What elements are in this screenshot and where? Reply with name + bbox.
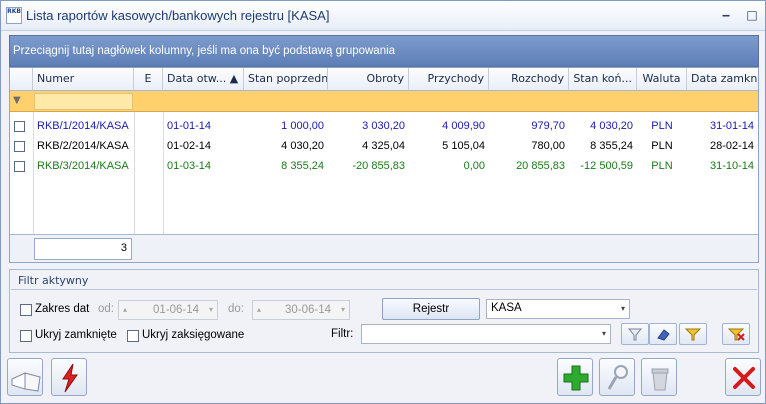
plus-icon [563,365,589,391]
cell-stan-poprzedni: 4 030,20 [281,140,324,152]
group-by-panel[interactable]: Przeciągnij tutaj nagłówek kolumny, jeśl… [9,35,759,67]
cell-przychody: 0,00 [463,160,485,172]
cell-przychody: 5 105,04 [442,140,485,152]
cell-data-zamkniecia: 31-10-14 [709,160,754,172]
filtr-input[interactable]: ▾ [361,324,611,344]
grid-summary-row: 3 [10,234,758,262]
cell-data-otwarcia: 01-01-14 [167,120,212,132]
help-book-button[interactable] [7,358,43,396]
funnel-clear-icon [727,328,745,341]
funnel-yellow-icon [684,328,702,341]
app-icon: RKB [6,7,22,24]
table-row[interactable]: RKB/3/2014/KASA 01-03-14 8 355,24 -20 85… [10,156,758,176]
cell-stan-poprzedni: 1 000,00 [281,120,324,132]
ukryj-zamkniete-checkbox[interactable] [20,330,32,342]
cell-rozchody: 979,70 [531,120,565,132]
cell-obroty: 4 325,04 [362,140,405,152]
preview-button[interactable] [599,358,635,396]
cell-stan-koncowy: 4 030,20 [590,120,633,132]
cell-przychody: 4 009,90 [442,120,485,132]
header-e[interactable]: E [134,68,163,91]
header-numer[interactable]: Numer [33,68,134,91]
minimize-button[interactable]: ‒ [717,7,735,23]
header-rozchody[interactable]: Rozchody [489,68,569,91]
filter-funnel-button[interactable] [621,323,649,345]
cell-data-otwarcia: 01-03-14 [167,160,212,172]
ukryj-zaksiegowane-checkbox[interactable] [127,330,139,342]
add-button[interactable] [557,358,593,396]
cell-numer: RKB/3/2014/KASA [37,160,129,172]
cell-rozchody: 20 855,83 [516,160,565,172]
cell-data-zamkniecia: 28-02-14 [709,140,754,152]
zakres-dat-checkbox[interactable] [20,304,32,316]
filter-panel-title: Filtr aktywny [18,274,89,287]
grid-filter-row[interactable]: ▼ [10,91,758,112]
header-checkbox-column[interactable] [10,68,33,91]
cell-waluta: PLN [651,120,673,132]
chevron-down-icon: ▾ [601,329,606,338]
header-obroty[interactable]: Obroty [328,68,409,91]
ukryj-zaksiegowane-label: Ukryj zaksięgowane [142,329,245,341]
trash-icon [651,368,669,391]
rejestr-select[interactable]: KASA ▾ [486,299,630,319]
cell-numer: RKB/1/2014/KASA [37,120,129,132]
cell-numer: RKB/2/2014/KASA [37,140,129,152]
reports-grid: Numer E Data otw... ▲ Stan poprzedni Obr… [9,67,759,263]
header-przychody[interactable]: Przychody [409,68,489,91]
close-button[interactable] [725,358,761,396]
date-from-field[interactable]: ▴ 01-06-14 ▾ [118,300,218,320]
cell-data-otwarcia: 01-02-14 [167,140,212,152]
do-label: do: [228,303,244,315]
delete-button[interactable] [641,358,677,396]
filtr-label: Filtr: [331,328,354,340]
title-bar[interactable]: RKB Lista raportów kasowych/bankowych re… [1,1,765,31]
cell-stan-koncowy: -12 500,59 [580,160,633,172]
ukryj-zamkniete-label: Ukryj zamknięte [35,329,117,341]
row-checkbox[interactable] [14,161,25,172]
date-to-field[interactable]: ▴ 30-06-14 ▾ [252,300,350,320]
zakres-dat-label: Zakres dat [35,303,90,315]
table-row[interactable]: RKB/1/2014/KASA 01-01-14 1 000,00 3 030,… [10,116,758,136]
filter-cell-numer[interactable] [34,93,133,110]
divider [11,289,757,290]
cell-waluta: PLN [651,140,673,152]
header-waluta[interactable]: Waluta [637,68,687,91]
row-checkbox[interactable] [14,141,25,152]
eraser-filter-button[interactable] [649,323,677,345]
cell-rozchody: 780,00 [531,140,565,152]
header-stan-poprzedni[interactable]: Stan poprzedni [244,68,328,91]
row-checkbox[interactable] [14,121,25,132]
header-data-otwarcia[interactable]: Data otw... ▲ [163,68,244,91]
window-title: Lista raportów kasowych/bankowych rejest… [26,8,330,23]
cell-obroty: 3 030,20 [362,120,405,132]
eraser-icon [657,329,670,341]
maximize-button[interactable]: □ [743,7,761,23]
table-row[interactable]: RKB/2/2014/KASA 01-02-14 4 030,20 4 325,… [10,136,758,156]
cell-data-zamkniecia: 31-01-14 [709,120,754,132]
filter-panel: Filtr aktywny Zakres dat od: ▴ 01-06-14 … [9,269,759,353]
header-stan-koncowy[interactable]: Stan koń... [569,68,637,91]
advanced-filter-button[interactable] [679,323,707,345]
chevron-down-icon: ▾ [620,304,625,313]
cell-stan-poprzedni: 8 355,24 [281,160,324,172]
main-window: RKB Lista raportów kasowych/bankowych re… [0,0,766,404]
od-label: od: [98,303,114,315]
magnifier-icon [607,365,628,390]
header-data-zamkniecia[interactable]: Data zamkn. [687,68,758,91]
record-count: 3 [34,238,132,260]
cell-obroty: -20 855,83 [352,160,405,172]
funnel-icon: ▼ [13,95,21,106]
cell-stan-koncowy: 8 355,24 [590,140,633,152]
cell-waluta: PLN [651,160,673,172]
book-icon [11,372,41,392]
close-icon [733,367,755,389]
lightning-icon [62,363,78,393]
flash-action-button[interactable] [51,358,87,396]
rejestr-button[interactable]: Rejestr [382,298,480,320]
funnel-icon [627,328,643,341]
clear-filter-button[interactable] [722,323,750,345]
